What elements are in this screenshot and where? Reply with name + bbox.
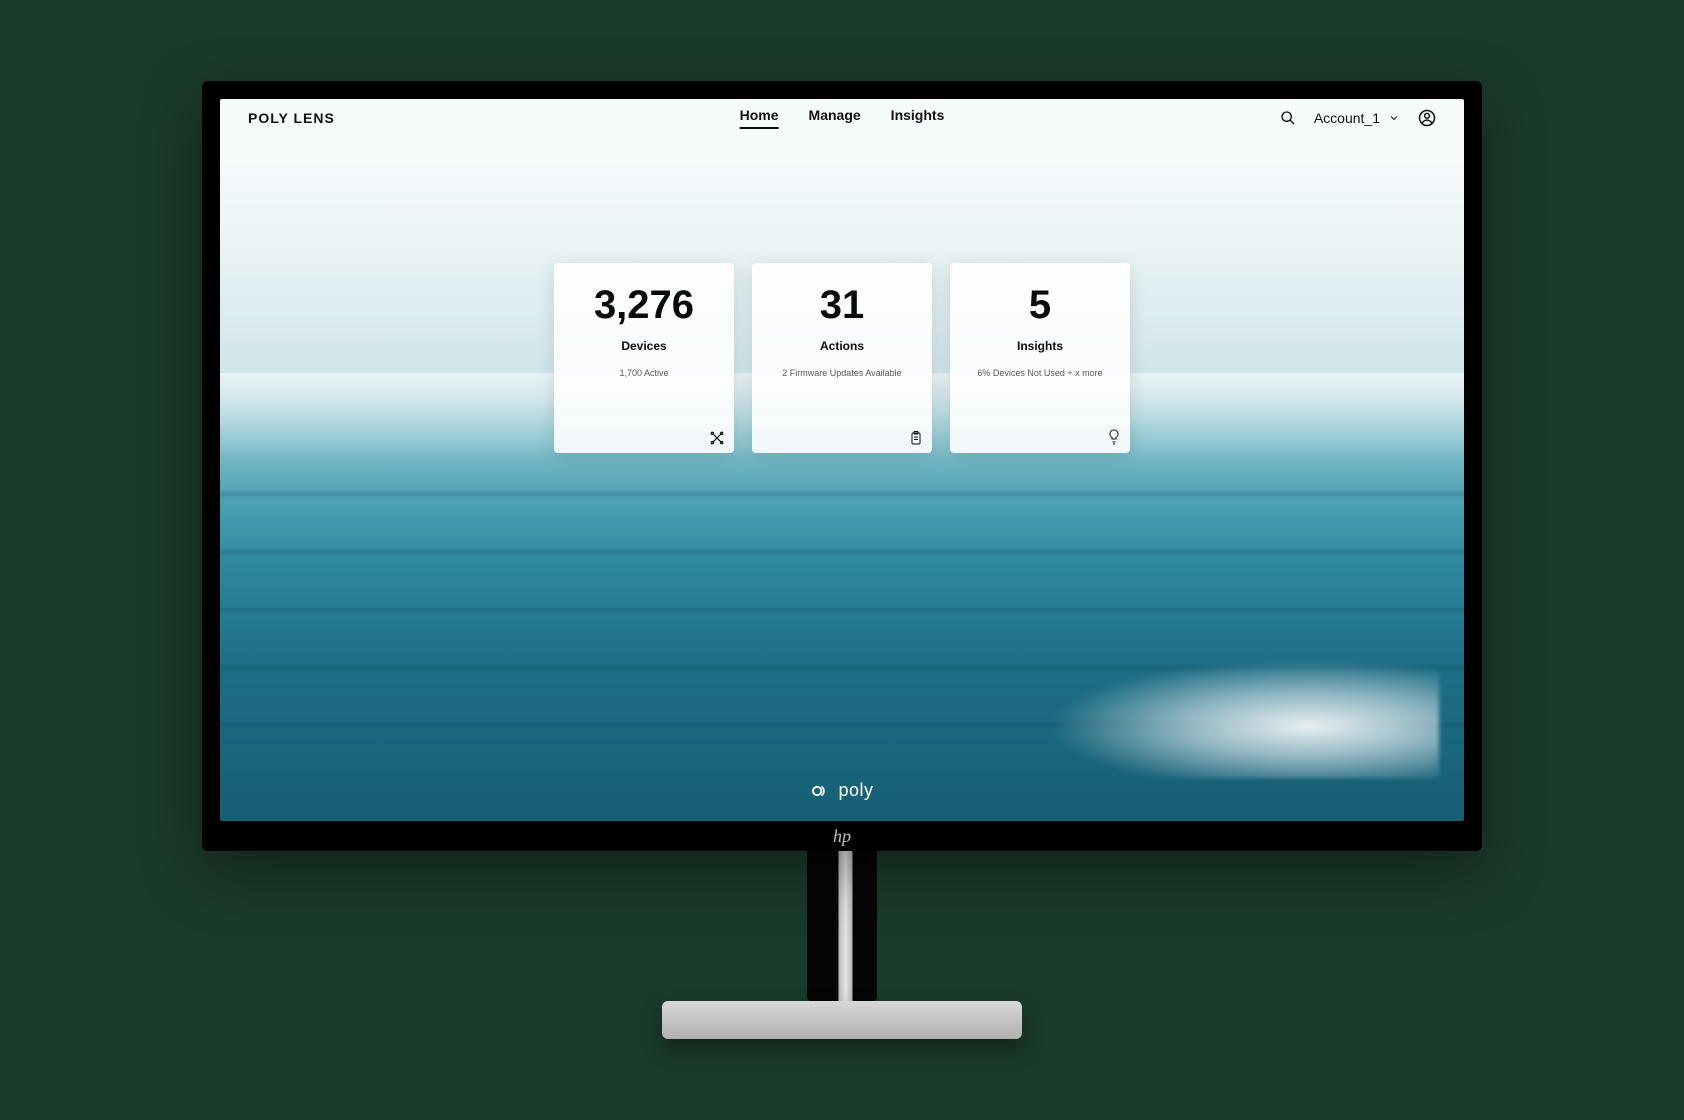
card-subtitle: 1,700 Active: [619, 367, 668, 381]
card-value: 5: [1029, 285, 1051, 325]
monitor-bezel: POLY LENS Home Manage Insights Account_1: [202, 81, 1482, 851]
card-subtitle: 6% Devices Not Used + x more: [977, 367, 1102, 381]
monitor-frame: POLY LENS Home Manage Insights Account_1: [202, 81, 1482, 1039]
nav-home[interactable]: Home: [740, 107, 779, 129]
monitor-stand-base: [662, 1001, 1022, 1039]
decor-wave: [220, 590, 1464, 630]
card-value: 31: [820, 285, 865, 325]
card-insights[interactable]: 5 Insights 6% Devices Not Used + x more: [950, 263, 1130, 453]
clipboard-icon: [910, 431, 922, 445]
topbar: POLY LENS Home Manage Insights Account_1: [220, 99, 1464, 133]
decor-wave: [220, 474, 1464, 514]
nav-manage[interactable]: Manage: [809, 107, 861, 129]
monitor-stand-neck: [807, 851, 877, 1001]
card-actions[interactable]: 31 Actions 2 Firmware Updates Available: [752, 263, 932, 453]
summary-cards: 3,276 Devices 1,700 Active 31 Actions: [220, 263, 1464, 453]
poly-logo-icon: [810, 781, 830, 801]
footer-brand: poly: [810, 780, 873, 801]
card-subtitle: 2 Firmware Updates Available: [782, 367, 901, 381]
app-screen: POLY LENS Home Manage Insights Account_1: [220, 99, 1464, 821]
account-name: Account_1: [1314, 110, 1380, 126]
decor-wave: [220, 532, 1464, 572]
card-title: Actions: [820, 339, 864, 353]
card-title: Insights: [1017, 339, 1063, 353]
footer-brand-text: poly: [838, 780, 873, 801]
card-devices[interactable]: 3,276 Devices 1,700 Active: [554, 263, 734, 453]
decor-wave: [220, 648, 1464, 688]
decor-wave: [220, 705, 1464, 745]
user-icon[interactable]: [1418, 109, 1436, 127]
bulb-icon: [1108, 429, 1120, 445]
link-icon: [710, 431, 724, 445]
monitor-brand: hp: [833, 826, 851, 847]
account-picker[interactable]: Account_1: [1314, 110, 1400, 126]
app-logo: POLY LENS: [248, 110, 335, 126]
decor-foam: [1004, 648, 1439, 778]
card-value: 3,276: [594, 285, 694, 325]
chevron-down-icon: [1388, 112, 1400, 124]
search-icon[interactable]: [1280, 110, 1296, 126]
nav-insights[interactable]: Insights: [891, 107, 945, 129]
card-title: Devices: [621, 339, 666, 353]
topbar-right: Account_1: [1280, 109, 1436, 127]
main-nav: Home Manage Insights: [740, 107, 945, 129]
